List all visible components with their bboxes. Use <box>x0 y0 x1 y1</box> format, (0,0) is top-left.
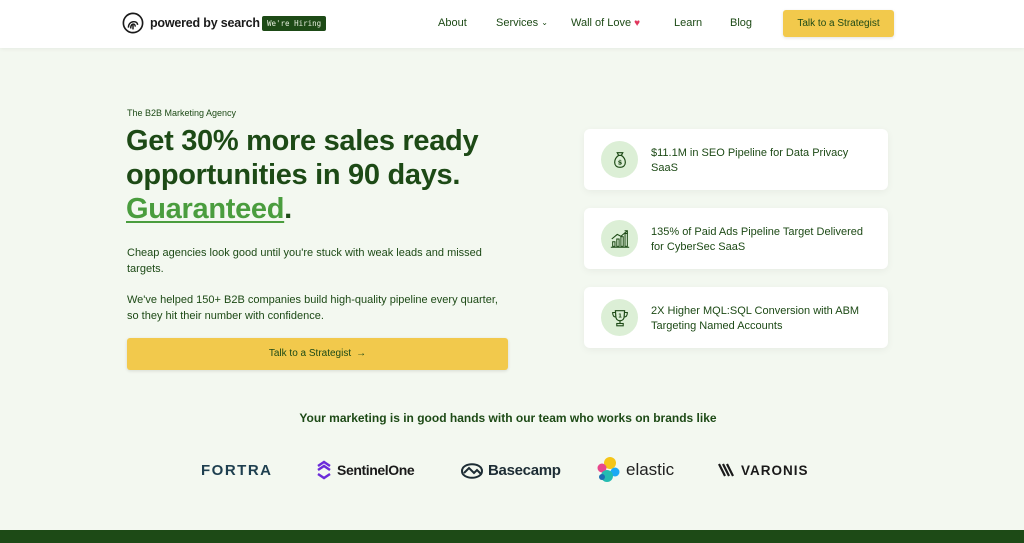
growth-chart-icon <box>601 220 638 257</box>
heart-icon: ♥ <box>634 18 641 29</box>
stat-text: 2X Higher MQL:SQL Conversion with ABM Ta… <box>651 305 860 332</box>
stat-card-seo: $ $11.1M in SEO Pipeline for Data Privac… <box>584 129 888 190</box>
brand-logo-varonis: VARONIS <box>718 456 809 484</box>
nav-wall-of-love[interactable]: Wall of Love ♥ <box>571 17 640 29</box>
chevron-down-icon: ⌄ <box>541 18 548 27</box>
money-bag-icon: $ <box>601 141 638 178</box>
brand-name: FORTRA <box>201 461 273 479</box>
stat-card-paid-ads: 135% of Paid Ads Pipeline Target Deliver… <box>584 208 888 269</box>
site-header: powered by search We're Hiring About Ser… <box>0 0 1024 48</box>
nav-learn[interactable]: Learn <box>674 17 702 29</box>
headline-highlight: Guaranteed <box>126 193 285 225</box>
hero-cta-button[interactable]: Talk to a Strategist → <box>127 338 508 370</box>
hero-paragraph-2: We've helped 150+ B2B companies build hi… <box>127 294 498 322</box>
arrow-right-icon: → <box>356 348 367 359</box>
headline-period: . <box>284 193 292 225</box>
brands-heading: Your marketing is in good hands with our… <box>299 411 717 425</box>
brand-name: VARONIS <box>741 462 809 478</box>
nav-wall-label: Wall of Love <box>571 17 632 29</box>
footer-band <box>0 530 1024 543</box>
stat-card-abm: 1 2X Higher MQL:SQL Conversion with ABM … <box>584 287 888 348</box>
stat-text: $11.1M in SEO Pipeline for Data Privacy … <box>651 147 849 174</box>
nav-blog[interactable]: Blog <box>730 17 752 29</box>
logo-text: powered by search <box>150 16 260 30</box>
hero-headline: Get 30% more sales ready opportunities i… <box>126 124 546 226</box>
hero-eyebrow: The B2B Marketing Agency <box>127 108 237 118</box>
svg-text:1: 1 <box>618 313 622 319</box>
stat-text: 135% of Paid Ads Pipeline Target Deliver… <box>651 226 863 253</box>
nav-services-label: Services <box>496 17 539 29</box>
brand-logo-basecamp: Basecamp <box>460 456 561 484</box>
brand-name: SentinelOne <box>337 462 415 478</box>
brand-name: Basecamp <box>488 461 561 479</box>
hiring-badge[interactable]: We're Hiring <box>262 16 327 31</box>
sentinelone-mark-icon <box>317 460 331 480</box>
headline-main: Get 30% more sales ready opportunities i… <box>126 125 479 191</box>
fingerprint-logo-icon <box>122 12 144 34</box>
svg-text:$: $ <box>617 158 622 166</box>
brand-logo-sentinelone: SentinelOne <box>316 456 415 484</box>
logo[interactable]: powered by search <box>122 12 260 34</box>
elastic-mark-icon <box>597 457 620 482</box>
brand-name: elastic <box>626 460 675 479</box>
brand-logo-elastic: elastic <box>596 456 674 484</box>
trophy-icon: 1 <box>601 299 638 336</box>
header-cta-button[interactable]: Talk to a Strategist <box>783 10 894 37</box>
hero-cta-label: Talk to a Strategist <box>268 348 352 359</box>
hero-paragraph-1: Cheap agencies look good until you're st… <box>127 247 482 275</box>
varonis-mark-icon <box>718 463 734 477</box>
brand-logo-fortra: FORTRA <box>201 456 273 484</box>
nav-services[interactable]: Services ⌄ <box>496 17 548 29</box>
basecamp-mark-icon <box>460 463 484 479</box>
nav-about[interactable]: About <box>438 17 467 29</box>
